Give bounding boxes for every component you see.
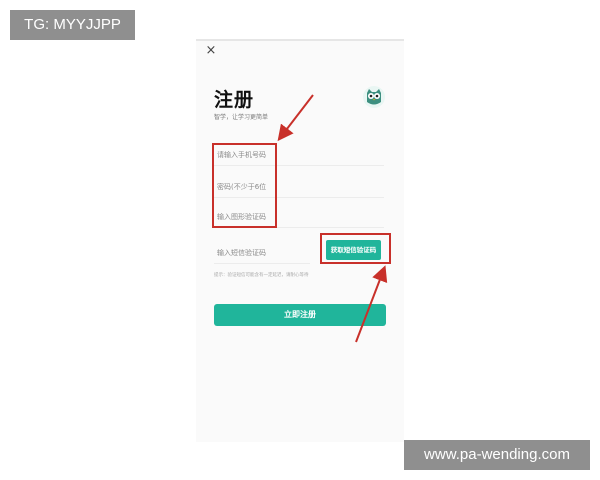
site-watermark: www.pa-wending.com	[404, 440, 590, 470]
arrow-to-get-code	[355, 265, 388, 343]
annotation-arrows	[277, 94, 388, 343]
arrow-to-fields	[277, 94, 314, 142]
